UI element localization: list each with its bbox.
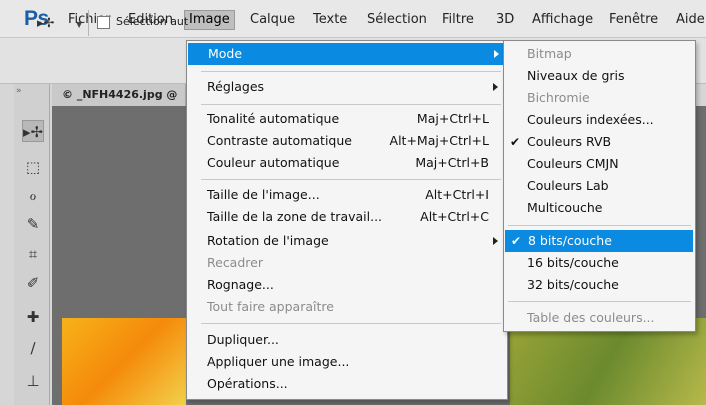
mode-8-bits[interactable]: ✔ 8 bits/couche [505, 230, 693, 252]
panel-grip-icon[interactable]: » [16, 86, 22, 96]
menu-3d[interactable]: 3D [492, 10, 518, 30]
move-tool-button[interactable]: ▸✢ [22, 120, 44, 142]
submenu-arrow-icon [493, 83, 498, 91]
menu-texte[interactable]: Texte [309, 10, 351, 30]
tool-preset-dropdown-icon[interactable]: ▼ [76, 20, 82, 29]
quick-select-tool-button[interactable]: ✎ [22, 213, 44, 235]
mode-couleurs-cmjn[interactable]: Couleurs CMJN [504, 153, 694, 175]
menu-item-taille-image[interactable]: Taille de l'image... Alt+Ctrl+I [187, 184, 489, 206]
document-tab-title: © _NFH4426.jpg @ [62, 88, 178, 101]
menu-item-contraste-auto[interactable]: Contraste automatique Alt+Maj+Ctrl+L [187, 130, 489, 152]
menu-item-reglages[interactable]: Réglages [187, 76, 507, 98]
menu-filtre[interactable]: Filtre [438, 10, 478, 30]
checkmark-icon: ✔ [510, 135, 521, 149]
mode-bitmap[interactable]: Bitmap [504, 43, 694, 65]
menu-separator [201, 71, 501, 72]
menu-selection[interactable]: Sélection [363, 10, 431, 30]
menu-item-couleur-auto[interactable]: Couleur automatique Maj+Ctrl+B [187, 152, 489, 174]
submenu-arrow-icon [493, 237, 498, 245]
menu-fenetre[interactable]: Fenêtre [605, 10, 662, 30]
menu-item-rognage[interactable]: Rognage... [187, 274, 507, 296]
mode-multicouche[interactable]: Multicouche [504, 197, 694, 219]
mode-bichromie[interactable]: Bichromie [504, 87, 694, 109]
mode-couleurs-rvb[interactable]: ✔ Couleurs RVB [504, 131, 694, 153]
eyedropper-tool-button[interactable]: ✐ [22, 272, 44, 294]
mode-couleurs-lab[interactable]: Couleurs Lab [504, 175, 694, 197]
menu-affichage[interactable]: Affichage [528, 10, 597, 30]
submenu-arrow-icon [494, 50, 499, 58]
lasso-tool-button[interactable]: ℴ [22, 184, 44, 206]
menu-separator [508, 301, 691, 302]
menu-item-taille-zone[interactable]: Taille de la zone de travail... Alt+Ctrl… [187, 206, 489, 228]
move-tool-icon[interactable]: ▸✢ [37, 16, 54, 31]
menu-item-recadrer[interactable]: Recadrer [187, 252, 507, 274]
checkmark-icon: ✔ [511, 234, 522, 248]
menu-separator [201, 323, 501, 324]
mode-niveaux-de-gris[interactable]: Niveaux de gris [504, 65, 694, 87]
menu-item-appliquer-image[interactable]: Appliquer une image... [187, 351, 507, 373]
stamp-tool-button[interactable]: ⊥ [22, 370, 44, 392]
menu-item-rotation[interactable]: Rotation de l'image [187, 230, 507, 252]
auto-select-checkbox[interactable] [97, 16, 110, 29]
menu-item-dupliquer[interactable]: Dupliquer... [187, 329, 507, 351]
menu-item-operations[interactable]: Opérations... [187, 373, 507, 395]
auto-select-label: Sélection aut [116, 15, 189, 28]
options-separator [88, 10, 89, 36]
crop-tool-button[interactable]: ⌗ [22, 243, 44, 265]
menu-image[interactable]: Image [184, 10, 235, 30]
mode-couleurs-indexees[interactable]: Couleurs indexées... [504, 109, 694, 131]
menu-separator [508, 225, 691, 226]
marquee-tool-button[interactable]: ⬚ [22, 156, 44, 178]
healing-brush-tool-button[interactable]: ✚ [22, 306, 44, 328]
menu-calque[interactable]: Calque [246, 10, 299, 30]
brush-tool-button[interactable]: ∕ [22, 337, 44, 359]
photo-image [62, 318, 186, 405]
menu-separator [201, 179, 501, 180]
menu-item-mode[interactable]: Mode [188, 43, 506, 65]
image-menu: Mode Réglages Tonalité automatique Maj+C… [186, 40, 508, 400]
menu-aide[interactable]: Aide [672, 10, 706, 30]
mode-table-des-couleurs[interactable]: Table des couleurs... [504, 307, 694, 329]
menu-item-tout-faire-apparaitre[interactable]: Tout faire apparaître [187, 296, 507, 318]
menu-item-tonalite-auto[interactable]: Tonalité automatique Maj+Ctrl+L [187, 108, 489, 130]
mode-submenu: Bitmap Niveaux de gris Bichromie Couleur… [503, 40, 696, 332]
mode-16-bits[interactable]: 16 bits/couche [504, 252, 694, 274]
menu-separator [201, 104, 501, 105]
mode-32-bits[interactable]: 32 bits/couche [504, 274, 694, 296]
